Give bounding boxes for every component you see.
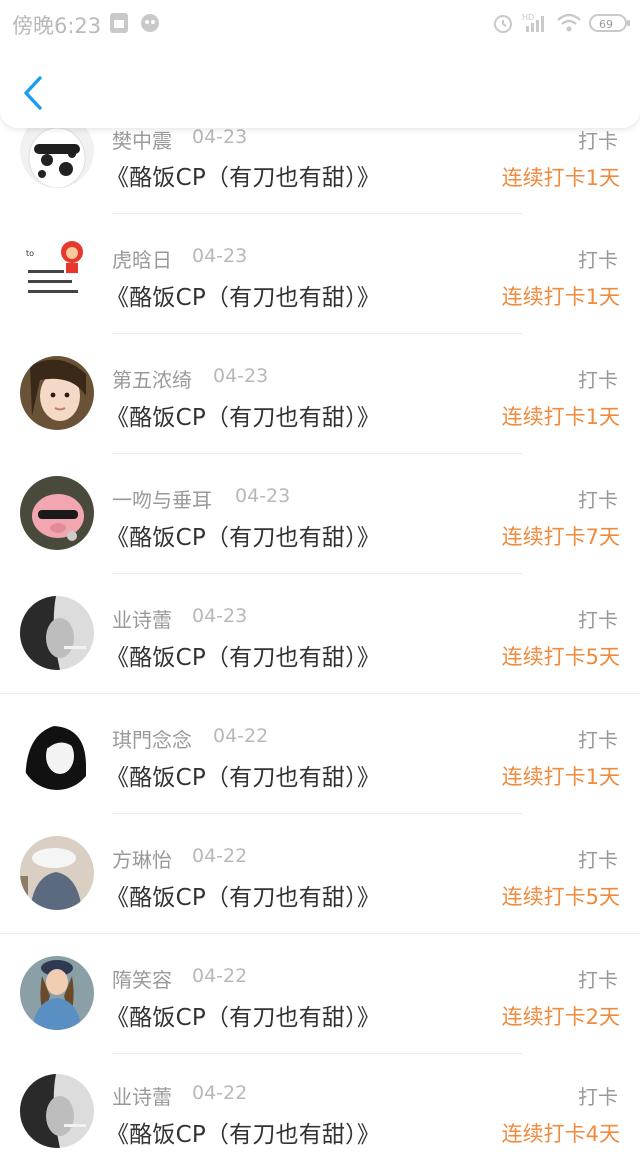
- checkin-label: 打卡: [578, 728, 618, 752]
- user-name[interactable]: 一吻与垂耳: [112, 484, 212, 513]
- checkin-date: 04-22: [192, 1082, 248, 1104]
- chevron-left-icon: [24, 76, 42, 110]
- app-header: 傍晚6:23 HD 69: [0, 0, 640, 128]
- user-name[interactable]: 樊中震: [112, 125, 172, 154]
- book-title[interactable]: 《酪饭CP（有刀也有甜）》: [106, 278, 380, 312]
- streak-text: 连续打卡7天: [501, 525, 620, 549]
- checkin-label: 打卡: [578, 608, 618, 632]
- user-name[interactable]: 第五浓绮: [112, 364, 192, 393]
- checkin-date: 04-22: [192, 965, 248, 987]
- checkin-label: 打卡: [578, 848, 618, 872]
- battery-icon: 69: [589, 13, 631, 37]
- checkin-date: 04-23: [213, 365, 269, 387]
- checkin-label: 打卡: [578, 129, 618, 153]
- user-name[interactable]: 隋笑容: [112, 964, 172, 993]
- avatar[interactable]: [20, 716, 94, 790]
- checkin-label: 打卡: [578, 968, 618, 992]
- book-title[interactable]: 《酪饭CP（有刀也有甜）》: [106, 758, 380, 792]
- status-time: 傍晚6:23: [12, 14, 102, 38]
- streak-text: 连续打卡5天: [501, 645, 620, 669]
- sim-icon: [108, 12, 130, 38]
- user-name[interactable]: 琪門念念: [112, 724, 192, 753]
- list-item[interactable]: 业诗蕾 04-23 《酪饭CP（有刀也有甜）》 打卡 连续打卡5天: [0, 574, 640, 694]
- streak-text: 连续打卡1天: [501, 285, 620, 309]
- checkin-date: 04-22: [213, 725, 269, 747]
- list-item[interactable]: 方琳怡 04-22 《酪饭CP（有刀也有甜）》 打卡 连续打卡5天: [0, 814, 640, 934]
- streak-text: 连续打卡4天: [501, 1122, 620, 1146]
- avatar[interactable]: to: [20, 236, 94, 310]
- book-title[interactable]: 《酪饭CP（有刀也有甜）》: [106, 158, 380, 192]
- checkin-date: 04-22: [192, 845, 248, 867]
- svg-text:to: to: [26, 249, 34, 258]
- list-item[interactable]: 隋笑容 04-22 《酪饭CP（有刀也有甜）》 打卡 连续打卡2天: [0, 934, 640, 1054]
- status-bar: 傍晚6:23 HD 69: [0, 0, 640, 46]
- checkin-label: 打卡: [578, 1085, 618, 1109]
- checkin-label: 打卡: [578, 488, 618, 512]
- book-title[interactable]: 《酪饭CP（有刀也有甜）》: [106, 998, 380, 1032]
- list-item[interactable]: 第五浓绮 04-23 《酪饭CP（有刀也有甜）》 打卡 连续打卡1天: [0, 334, 640, 454]
- list-item[interactable]: 琪門念念 04-22 《酪饭CP（有刀也有甜）》 打卡 连续打卡1天: [0, 694, 640, 814]
- streak-text: 连续打卡5天: [501, 885, 620, 909]
- checkin-date: 04-23: [235, 485, 291, 507]
- avatar[interactable]: [20, 956, 94, 1030]
- avatar[interactable]: [20, 596, 94, 670]
- checkin-label: 打卡: [578, 248, 618, 272]
- battery-level: 69: [599, 18, 613, 31]
- user-name[interactable]: 方琳怡: [112, 844, 172, 873]
- svg-text:HD: HD: [522, 13, 534, 22]
- avatar[interactable]: [20, 356, 94, 430]
- list-item[interactable]: 一吻与垂耳 04-23 《酪饭CP（有刀也有甜）》 打卡 连续打卡7天: [0, 454, 640, 574]
- streak-text: 连续打卡2天: [501, 1005, 620, 1029]
- checkin-date: 04-23: [192, 245, 248, 267]
- wifi-icon: [556, 12, 582, 38]
- avatar[interactable]: [20, 476, 94, 550]
- book-title[interactable]: 《酪饭CP（有刀也有甜）》: [106, 518, 380, 552]
- streak-text: 连续打卡1天: [501, 765, 620, 789]
- list-item[interactable]: to 虎晗日 04-23 《酪饭CP（有刀也有甜）》 打卡 连续打卡1天: [0, 214, 640, 334]
- user-name[interactable]: 业诗蕾: [112, 1081, 172, 1110]
- avatar[interactable]: [20, 1074, 94, 1148]
- checkin-date: 04-23: [192, 126, 248, 148]
- back-button[interactable]: [18, 70, 52, 116]
- user-name[interactable]: 业诗蕾: [112, 604, 172, 633]
- avatar[interactable]: [20, 836, 94, 910]
- checkin-label: 打卡: [578, 368, 618, 392]
- list-item[interactable]: 业诗蕾 04-22 《酪饭CP（有刀也有甜）》 打卡 连续打卡4天: [0, 1054, 640, 1174]
- book-title[interactable]: 《酪饭CP（有刀也有甜）》: [106, 1115, 380, 1149]
- book-title[interactable]: 《酪饭CP（有刀也有甜）》: [106, 638, 380, 672]
- streak-text: 连续打卡1天: [501, 405, 620, 429]
- book-title[interactable]: 《酪饭CP（有刀也有甜）》: [106, 398, 380, 432]
- user-name[interactable]: 虎晗日: [112, 244, 172, 273]
- hd-signal-icon: HD: [522, 12, 548, 38]
- checkin-date: 04-23: [192, 605, 248, 627]
- alarm-icon: [492, 12, 514, 38]
- book-title[interactable]: 《酪饭CP（有刀也有甜）》: [106, 878, 380, 912]
- streak-text: 连续打卡1天: [501, 166, 620, 190]
- notification-icon: [138, 12, 162, 38]
